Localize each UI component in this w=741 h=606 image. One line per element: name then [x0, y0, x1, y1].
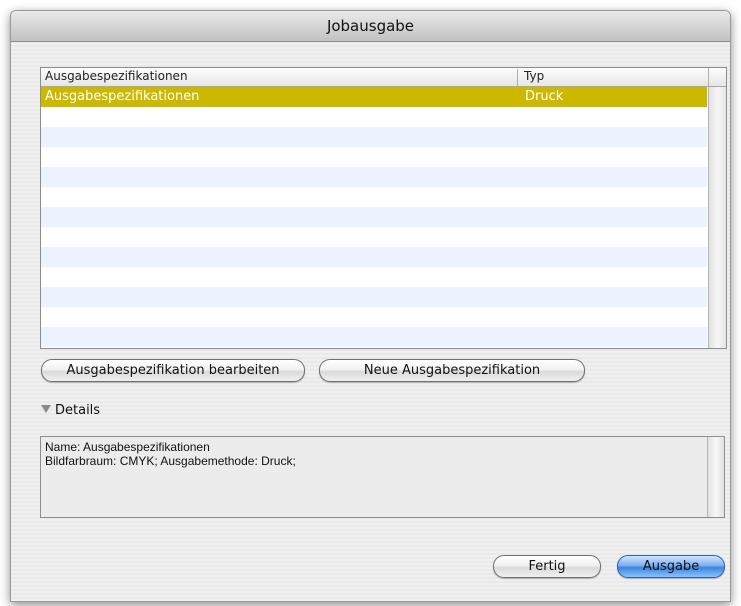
column-header-name[interactable]: Ausgabespezifikationen: [45, 69, 188, 83]
output-job-dialog: Jobausgabe Ausgabespezifikationen Typ Au…: [10, 10, 731, 602]
header-corner: [708, 68, 726, 86]
output-button[interactable]: Ausgabe: [617, 555, 725, 578]
list-header: Ausgabespezifikationen Typ: [41, 68, 726, 87]
details-label: Details: [55, 403, 101, 418]
details-line-settings: Bildfarbraum: CMYK; Ausgabemethode: Druc…: [45, 454, 296, 468]
empty-row: [41, 167, 707, 187]
empty-row: [41, 267, 707, 287]
empty-row: [41, 307, 707, 327]
details-panel: Name: Ausgabespezifikationen Bildfarbrau…: [40, 436, 725, 518]
row-type: Druck: [525, 89, 564, 104]
disclosure-triangle-icon: [41, 405, 51, 413]
column-header-type[interactable]: Typ: [517, 69, 710, 86]
details-scrollbar[interactable]: [707, 437, 724, 517]
empty-row: [41, 127, 707, 147]
empty-row: [41, 147, 707, 167]
row-name: Ausgabespezifikationen: [45, 89, 200, 104]
empty-row: [41, 287, 707, 307]
output-spec-list[interactable]: Ausgabespezifikationen Typ Ausgabespezif…: [40, 67, 727, 349]
table-row[interactable]: Ausgabespezifikationen Druck: [41, 87, 707, 107]
empty-row: [41, 107, 707, 127]
empty-row: [41, 247, 707, 267]
dialog-title: Jobausgabe: [11, 11, 730, 42]
details-line-name: Name: Ausgabespezifikationen: [45, 440, 210, 454]
empty-row: [41, 187, 707, 207]
list-scrollbar[interactable]: [708, 87, 726, 348]
details-text: Name: Ausgabespezifikationen Bildfarbrau…: [45, 440, 296, 468]
edit-spec-button[interactable]: Ausgabespezifikation bearbeiten: [41, 359, 305, 382]
empty-row: [41, 207, 707, 227]
new-spec-button[interactable]: Neue Ausgabespezifikation: [319, 359, 585, 382]
list-rows: Ausgabespezifikationen Druck: [41, 87, 707, 348]
done-button[interactable]: Fertig: [493, 555, 601, 578]
empty-row: [41, 227, 707, 247]
empty-row: [41, 327, 707, 347]
details-disclosure[interactable]: Details: [41, 403, 100, 418]
